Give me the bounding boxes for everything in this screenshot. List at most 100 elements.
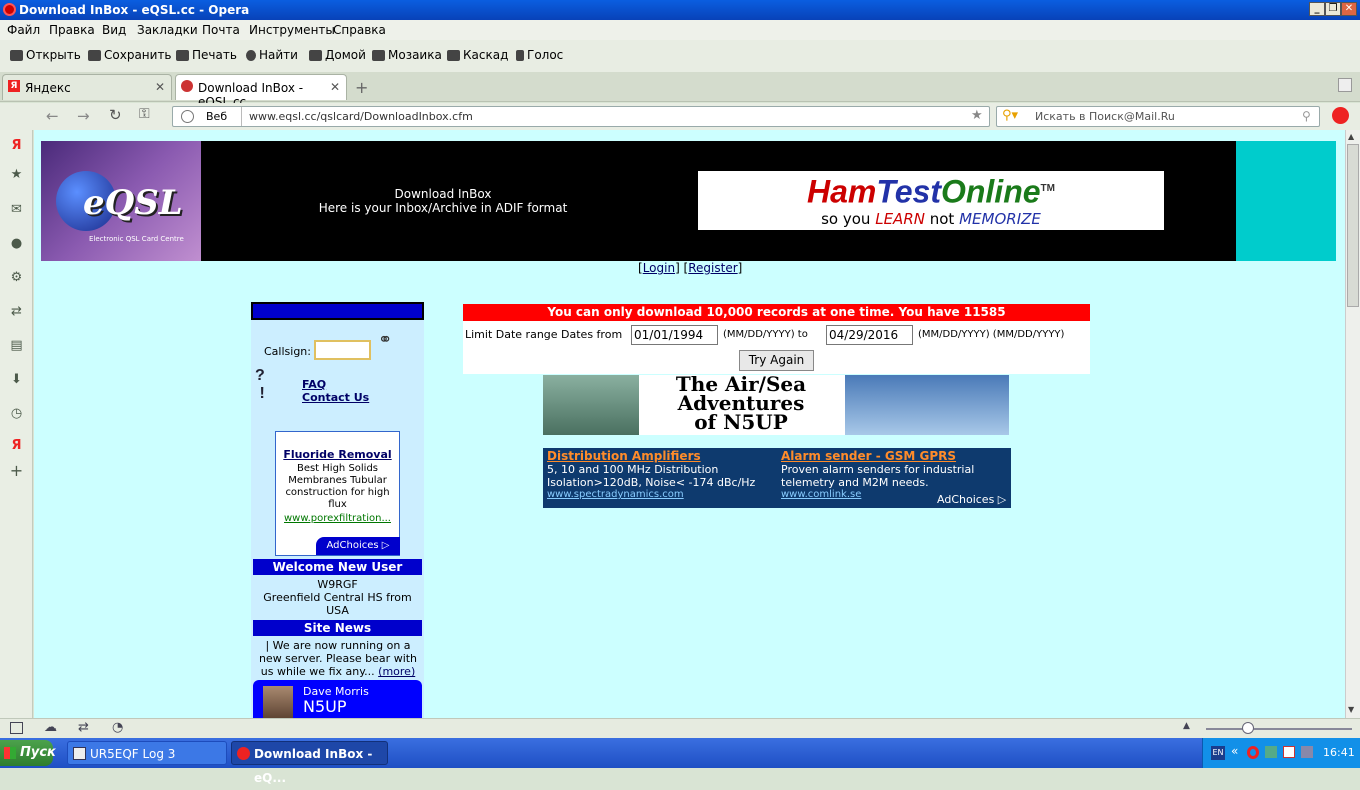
key-icon[interactable]: ⚿ (139, 106, 150, 122)
binoculars-icon[interactable]: ⚭ (378, 330, 392, 350)
tray-app-icon[interactable] (1301, 746, 1313, 758)
back-icon[interactable]: ← (46, 107, 59, 125)
n5up-banner[interactable]: The Air/Sea Adventures of N5UP (543, 374, 1009, 435)
share-icon[interactable]: ⇄ (78, 720, 89, 735)
vertical-scrollbar[interactable]: ▲ ▼ (1345, 130, 1360, 718)
add-panel-icon[interactable]: + (9, 463, 24, 479)
save-label: Сохранить (104, 48, 172, 62)
tab-yandex[interactable]: Я Яндекс ✕ (2, 74, 172, 100)
ad-tagline: so you LEARN not MEMORIZE (698, 210, 1164, 228)
cloud-icon[interactable]: ☁ (44, 720, 57, 735)
distribution-amplifiers-ad[interactable]: Distribution Amplifiers 5, 10 and 100 MH… (547, 449, 772, 500)
ad-title-link[interactable]: Alarm sender - GSM GPRS (781, 449, 1006, 463)
tab-download-inbox[interactable]: Download InBox - eQSL.cc ✕ (175, 74, 347, 109)
cascade-label: Каскад (463, 48, 509, 62)
fluoride-ad[interactable]: Fluoride Removal Best High Solids Membra… (275, 431, 400, 556)
network-icon[interactable] (1265, 746, 1277, 758)
opera-link-icon[interactable] (1332, 107, 1349, 124)
search-input[interactable]: ⚲▾ Искать в Поиск@Mail.Ru ⚲ (996, 106, 1320, 127)
adchoices-badge[interactable]: AdChoices ▷ (316, 537, 400, 555)
save-icon (88, 49, 101, 61)
news-more-link[interactable]: (more) (378, 665, 415, 678)
hamtestonline-ad[interactable]: HamTestOnlineTM so you LEARN not MEMORIZ… (698, 171, 1164, 230)
menu-tools[interactable]: Инструменты (249, 23, 335, 37)
faq-question-icon: ? ! (255, 367, 265, 402)
close-icon[interactable]: ✕ (330, 80, 340, 94)
opera-tray-icon[interactable] (1247, 746, 1259, 759)
ad-title-link[interactable]: Fluoride Removal (276, 448, 399, 461)
menu-view[interactable]: Вид (102, 23, 126, 37)
zoom-slider[interactable] (1206, 728, 1352, 730)
taskbar-item-opera[interactable]: Download InBox - eQ... (231, 741, 388, 785)
panel-toggle-icon[interactable] (10, 722, 23, 734)
trash-icon[interactable] (1338, 78, 1352, 92)
search-engine-icon[interactable]: ⚲▾ (1002, 108, 1018, 123)
forward-icon[interactable]: → (77, 107, 90, 125)
history-clock-icon[interactable]: ◷ (9, 406, 24, 421)
try-again-button[interactable]: Try Again (739, 350, 814, 371)
shark-image (543, 375, 639, 435)
url-text[interactable]: www.eqsl.cc/qslcard/DownloadInbox.cfm (249, 110, 473, 123)
close-button[interactable]: ✕ (1341, 2, 1357, 16)
voice-button[interactable]: Голос (516, 48, 563, 62)
adchoices-badge[interactable]: AdChoices ▷ (937, 493, 1006, 506)
share-icon[interactable]: ⇄ (9, 304, 24, 319)
cascade-button[interactable]: Каскад (447, 48, 508, 62)
tile-button[interactable]: Мозаика (372, 48, 442, 62)
profile-card[interactable]: Dave Morris N5UP (253, 680, 422, 718)
site-news-heading: Site News (253, 620, 422, 636)
url-field[interactable]: Веб www.eqsl.cc/qslcard/DownloadInbox.cf… (172, 106, 990, 127)
ad-url[interactable]: www.spectradynamics.com (547, 489, 772, 500)
login-link[interactable]: Login (643, 261, 675, 275)
date-to-input[interactable]: 04/29/2016 (826, 325, 913, 345)
date-from-input[interactable]: 01/01/1994 (631, 325, 718, 345)
start-button[interactable]: Пуск (0, 740, 56, 766)
mail-icon[interactable]: ✉ (9, 202, 24, 217)
settings-gear-icon[interactable]: ⚙ (9, 270, 24, 285)
minimize-button[interactable]: _ (1309, 2, 1325, 16)
faq-link[interactable]: FAQ (302, 378, 326, 391)
register-link[interactable]: Register (688, 261, 737, 275)
search-icon[interactable]: ⚲ (1302, 109, 1311, 123)
contacts-icon[interactable]: ● (9, 236, 24, 251)
text-ads-block: Distribution Amplifiers 5, 10 and 100 MH… (543, 448, 1011, 508)
eqsl-logo[interactable]: eQSL Electronic QSL Card Centre (41, 141, 201, 261)
ad-url[interactable]: www.porexfiltration... (276, 513, 399, 524)
bracket: ] [ (675, 261, 689, 275)
taskbar-item-log[interactable]: UR5EQF Log 3 (67, 741, 227, 765)
scroll-down-icon[interactable]: ▼ (1348, 705, 1354, 714)
menu-file[interactable]: Файл (7, 23, 40, 37)
notes-icon[interactable]: ▤ (9, 338, 24, 353)
scroll-thumb[interactable] (1347, 144, 1359, 307)
zoom-slider-handle[interactable] (1242, 722, 1254, 734)
ad-title-link[interactable]: Distribution Amplifiers (547, 449, 772, 463)
yandex-icon[interactable]: Я (9, 138, 24, 153)
tray-expand-icon[interactable]: « (1231, 744, 1238, 758)
speed-dial-icon[interactable]: ◔ (112, 720, 123, 735)
open-button[interactable]: Открыть (10, 48, 81, 62)
close-icon[interactable]: ✕ (155, 80, 165, 94)
yandex-icon[interactable]: Я (9, 438, 24, 453)
welcome-callsign[interactable]: W9RGF (253, 578, 422, 591)
flag-icon[interactable] (1283, 746, 1295, 758)
new-tab-icon[interactable]: + (355, 78, 368, 97)
reload-icon[interactable]: ↻ (109, 106, 122, 124)
home-button[interactable]: Домой (309, 48, 366, 62)
bookmark-star-icon[interactable]: ★ (9, 167, 24, 182)
save-button[interactable]: Сохранить (88, 48, 172, 62)
star-icon[interactable]: ★ (971, 108, 983, 123)
language-indicator[interactable]: EN (1211, 746, 1225, 760)
downloads-icon[interactable]: ⬇ (9, 372, 24, 387)
print-button[interactable]: Печать (176, 48, 237, 62)
scroll-up-icon[interactable]: ▲ (1348, 132, 1354, 141)
zoom-up-icon[interactable]: ▲ (1183, 721, 1190, 731)
maximize-button[interactable]: ❐ (1325, 2, 1341, 16)
find-button[interactable]: Найти (246, 48, 298, 62)
url-mode-label[interactable]: Веб (206, 110, 227, 123)
menu-bookmarks[interactable]: Закладки (137, 23, 198, 37)
contact-us-link[interactable]: Contact Us (302, 391, 369, 404)
menu-help[interactable]: Справка (333, 23, 386, 37)
callsign-input[interactable] (314, 340, 371, 360)
menu-edit[interactable]: Правка (49, 23, 95, 37)
menu-mail[interactable]: Почта (202, 23, 240, 37)
